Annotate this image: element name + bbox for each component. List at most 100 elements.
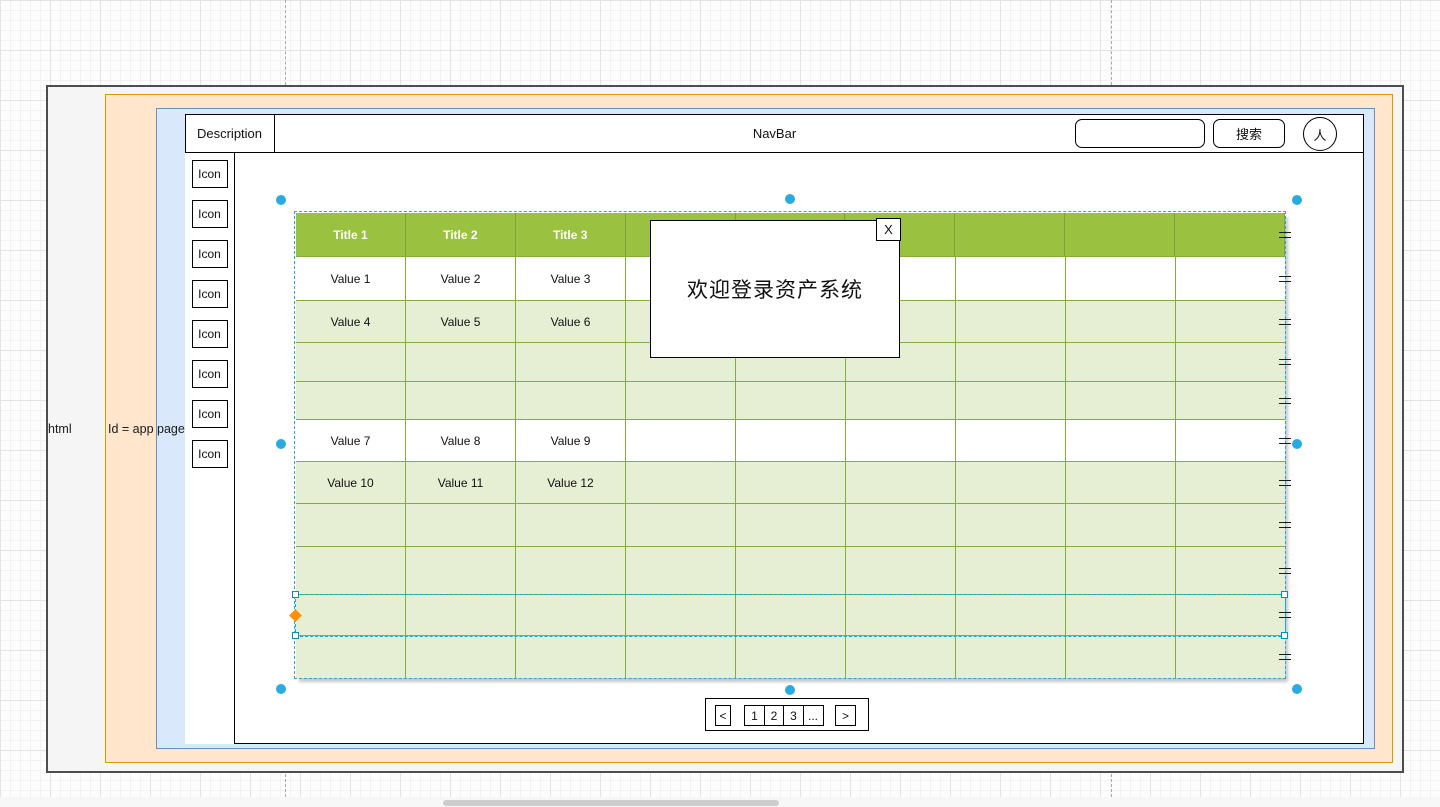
table-cell[interactable] bbox=[626, 462, 736, 503]
table-cell[interactable] bbox=[296, 636, 406, 678]
table-cell[interactable] bbox=[956, 504, 1066, 546]
row-resize-handle[interactable] bbox=[1279, 568, 1291, 574]
table-cell[interactable] bbox=[736, 547, 846, 594]
table-cell[interactable] bbox=[296, 504, 406, 546]
sidebar-icon[interactable]: Icon bbox=[192, 360, 228, 388]
table-cell[interactable] bbox=[846, 382, 956, 419]
table-cell[interactable] bbox=[1066, 301, 1176, 342]
modal-close-button[interactable]: X bbox=[876, 218, 901, 241]
selection-handle-dot[interactable] bbox=[785, 685, 795, 695]
table-row[interactable]: Value 7Value 8Value 9 bbox=[296, 420, 1285, 462]
table-cell[interactable] bbox=[846, 504, 956, 546]
table-cell[interactable] bbox=[516, 636, 626, 678]
page-number-button[interactable]: 3 bbox=[783, 705, 804, 726]
selection-handle-dot[interactable] bbox=[785, 194, 795, 204]
table-cell[interactable] bbox=[1176, 462, 1285, 503]
diagram-canvas[interactable]: html Id = app page Description NavBar 搜索… bbox=[0, 0, 1440, 807]
sidebar-icon[interactable]: Icon bbox=[192, 320, 228, 348]
table-cell[interactable]: Value 10 bbox=[296, 462, 406, 503]
table-cell[interactable] bbox=[296, 547, 406, 594]
row-resize-handle[interactable] bbox=[1279, 438, 1291, 444]
table-cell[interactable] bbox=[736, 504, 846, 546]
row-corner-handle[interactable] bbox=[1281, 591, 1288, 598]
sidebar-icon[interactable]: Icon bbox=[192, 240, 228, 268]
table-row[interactable]: Value 10Value 11Value 12 bbox=[296, 462, 1285, 504]
table-cell[interactable] bbox=[1066, 257, 1176, 300]
row-resize-handle[interactable] bbox=[1279, 276, 1291, 282]
row-resize-handle[interactable] bbox=[1279, 319, 1291, 325]
table-cell[interactable] bbox=[406, 504, 516, 546]
table-row[interactable] bbox=[296, 382, 1285, 420]
horizontal-scrollbar-thumb[interactable] bbox=[443, 800, 779, 806]
row-corner-handle[interactable] bbox=[292, 632, 299, 639]
page-number-button[interactable]: ... bbox=[803, 705, 824, 726]
table-cell[interactable] bbox=[1176, 301, 1285, 342]
table-cell[interactable] bbox=[516, 382, 626, 419]
table-cell[interactable] bbox=[1066, 547, 1176, 594]
table-cell[interactable] bbox=[1176, 382, 1285, 419]
table-cell[interactable] bbox=[956, 420, 1066, 461]
sidebar-icon[interactable]: Icon bbox=[192, 440, 228, 468]
table-cell[interactable]: Value 5 bbox=[406, 301, 516, 342]
table-header-cell[interactable]: Title 1 bbox=[296, 213, 406, 256]
table-cell[interactable] bbox=[1176, 547, 1285, 594]
table-cell[interactable] bbox=[516, 547, 626, 594]
search-input[interactable] bbox=[1075, 119, 1205, 148]
table-cell[interactable] bbox=[736, 462, 846, 503]
table-cell[interactable] bbox=[956, 343, 1066, 381]
table-cell[interactable] bbox=[956, 382, 1066, 419]
table-cell[interactable] bbox=[846, 547, 956, 594]
table-cell[interactable] bbox=[1066, 382, 1176, 419]
table-cell[interactable]: Value 3 bbox=[516, 257, 626, 300]
table-cell[interactable]: Value 9 bbox=[516, 420, 626, 461]
table-cell[interactable]: Value 1 bbox=[296, 257, 406, 300]
selection-handle-dot[interactable] bbox=[1292, 684, 1302, 694]
table-cell[interactable] bbox=[406, 547, 516, 594]
sidebar-icon[interactable]: Icon bbox=[192, 160, 228, 188]
selection-handle-dot[interactable] bbox=[1292, 439, 1302, 449]
table-cell[interactable] bbox=[956, 462, 1066, 503]
table-cell[interactable] bbox=[1066, 462, 1176, 503]
row-resize-handle[interactable] bbox=[1279, 398, 1291, 404]
row-resize-handle[interactable] bbox=[1279, 232, 1291, 238]
search-button[interactable]: 搜索 bbox=[1213, 119, 1285, 148]
table-cell[interactable] bbox=[1176, 636, 1285, 678]
table-cell[interactable] bbox=[736, 636, 846, 678]
table-cell[interactable] bbox=[516, 504, 626, 546]
table-cell[interactable] bbox=[296, 382, 406, 419]
table-cell[interactable]: Value 2 bbox=[406, 257, 516, 300]
row-resize-handle[interactable] bbox=[1279, 654, 1291, 660]
table-header-cell[interactable] bbox=[1065, 213, 1175, 256]
table-cell[interactable] bbox=[956, 257, 1066, 300]
sidebar-icon[interactable]: Icon bbox=[192, 400, 228, 428]
table-cell[interactable] bbox=[736, 382, 846, 419]
table-cell[interactable] bbox=[406, 343, 516, 381]
page-prev-button[interactable]: < bbox=[715, 705, 731, 726]
table-cell[interactable] bbox=[1176, 504, 1285, 546]
selection-handle-dot[interactable] bbox=[276, 439, 286, 449]
table-row[interactable] bbox=[296, 504, 1285, 547]
table-cell[interactable] bbox=[1066, 420, 1176, 461]
selection-handle-dot[interactable] bbox=[1292, 195, 1302, 205]
page-next-button[interactable]: > bbox=[835, 705, 856, 726]
table-cell[interactable] bbox=[296, 343, 406, 381]
sidebar-icon[interactable]: Icon bbox=[192, 200, 228, 228]
table-cell[interactable] bbox=[846, 636, 956, 678]
table-header-cell[interactable] bbox=[955, 213, 1065, 256]
table-cell[interactable] bbox=[516, 343, 626, 381]
table-cell[interactable] bbox=[956, 636, 1066, 678]
user-icon[interactable]: 人 bbox=[1303, 117, 1337, 151]
selection-handle-dot[interactable] bbox=[276, 684, 286, 694]
row-corner-handle[interactable] bbox=[292, 591, 299, 598]
table-cell[interactable] bbox=[846, 462, 956, 503]
table-row[interactable] bbox=[296, 636, 1285, 678]
row-resize-handle[interactable] bbox=[1279, 359, 1291, 365]
row-corner-handle[interactable] bbox=[1281, 632, 1288, 639]
table-cell[interactable] bbox=[1066, 504, 1176, 546]
table-cell[interactable] bbox=[1176, 257, 1285, 300]
table-cell[interactable]: Value 4 bbox=[296, 301, 406, 342]
table-cell[interactable] bbox=[626, 547, 736, 594]
table-cell[interactable] bbox=[1176, 420, 1285, 461]
table-cell[interactable] bbox=[626, 382, 736, 419]
selection-handle-dot[interactable] bbox=[276, 195, 286, 205]
